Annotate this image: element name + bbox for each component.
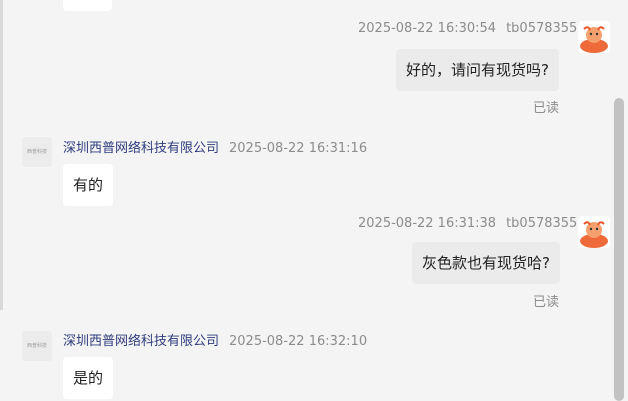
- message-meta: 深圳西普网络科技有限公司 2025-08-22 16:31:16: [63, 137, 367, 156]
- user-avatar-icon[interactable]: [578, 21, 610, 53]
- message-meta: 2025-08-22 16:31:38 tb057835553: [358, 216, 594, 231]
- scrollbar-thumb[interactable]: [614, 98, 624, 401]
- timestamp: 2025-08-22 16:30:54: [358, 21, 497, 36]
- message-bubble[interactable]: 是的: [63, 357, 114, 399]
- timestamp: 2025-08-22 16:32:10: [229, 334, 368, 349]
- message-bubble[interactable]: 好的，请问有现货吗?: [396, 49, 559, 91]
- message-meta: 2025-08-22 16:30:54 tb057835553: [358, 21, 594, 36]
- user-avatar-icon[interactable]: [578, 216, 610, 248]
- message-meta: 深圳西普网络科技有限公司 2025-08-22 16:32:10: [63, 330, 367, 349]
- timestamp: 2025-08-22 16:31:16: [229, 141, 368, 156]
- company-avatar[interactable]: 西普科技: [22, 137, 52, 167]
- company-avatar[interactable]: 西普科技: [22, 331, 52, 361]
- previous-message-bubble: [63, 0, 112, 11]
- left-divider: [0, 0, 3, 310]
- sender-name[interactable]: 深圳西普网络科技有限公司: [63, 141, 219, 156]
- timestamp: 2025-08-22 16:31:38: [358, 216, 497, 231]
- chat-panel: 2025-08-22 16:30:54 tb057835553 好的，请问有现货吗…: [0, 0, 628, 401]
- sender-name[interactable]: 深圳西普网络科技有限公司: [63, 334, 219, 349]
- read-status: 已读: [533, 101, 560, 116]
- read-status: 已读: [533, 295, 560, 310]
- message-bubble[interactable]: 灰色款也有现货哈?: [412, 242, 560, 284]
- message-bubble[interactable]: 有的: [63, 164, 114, 206]
